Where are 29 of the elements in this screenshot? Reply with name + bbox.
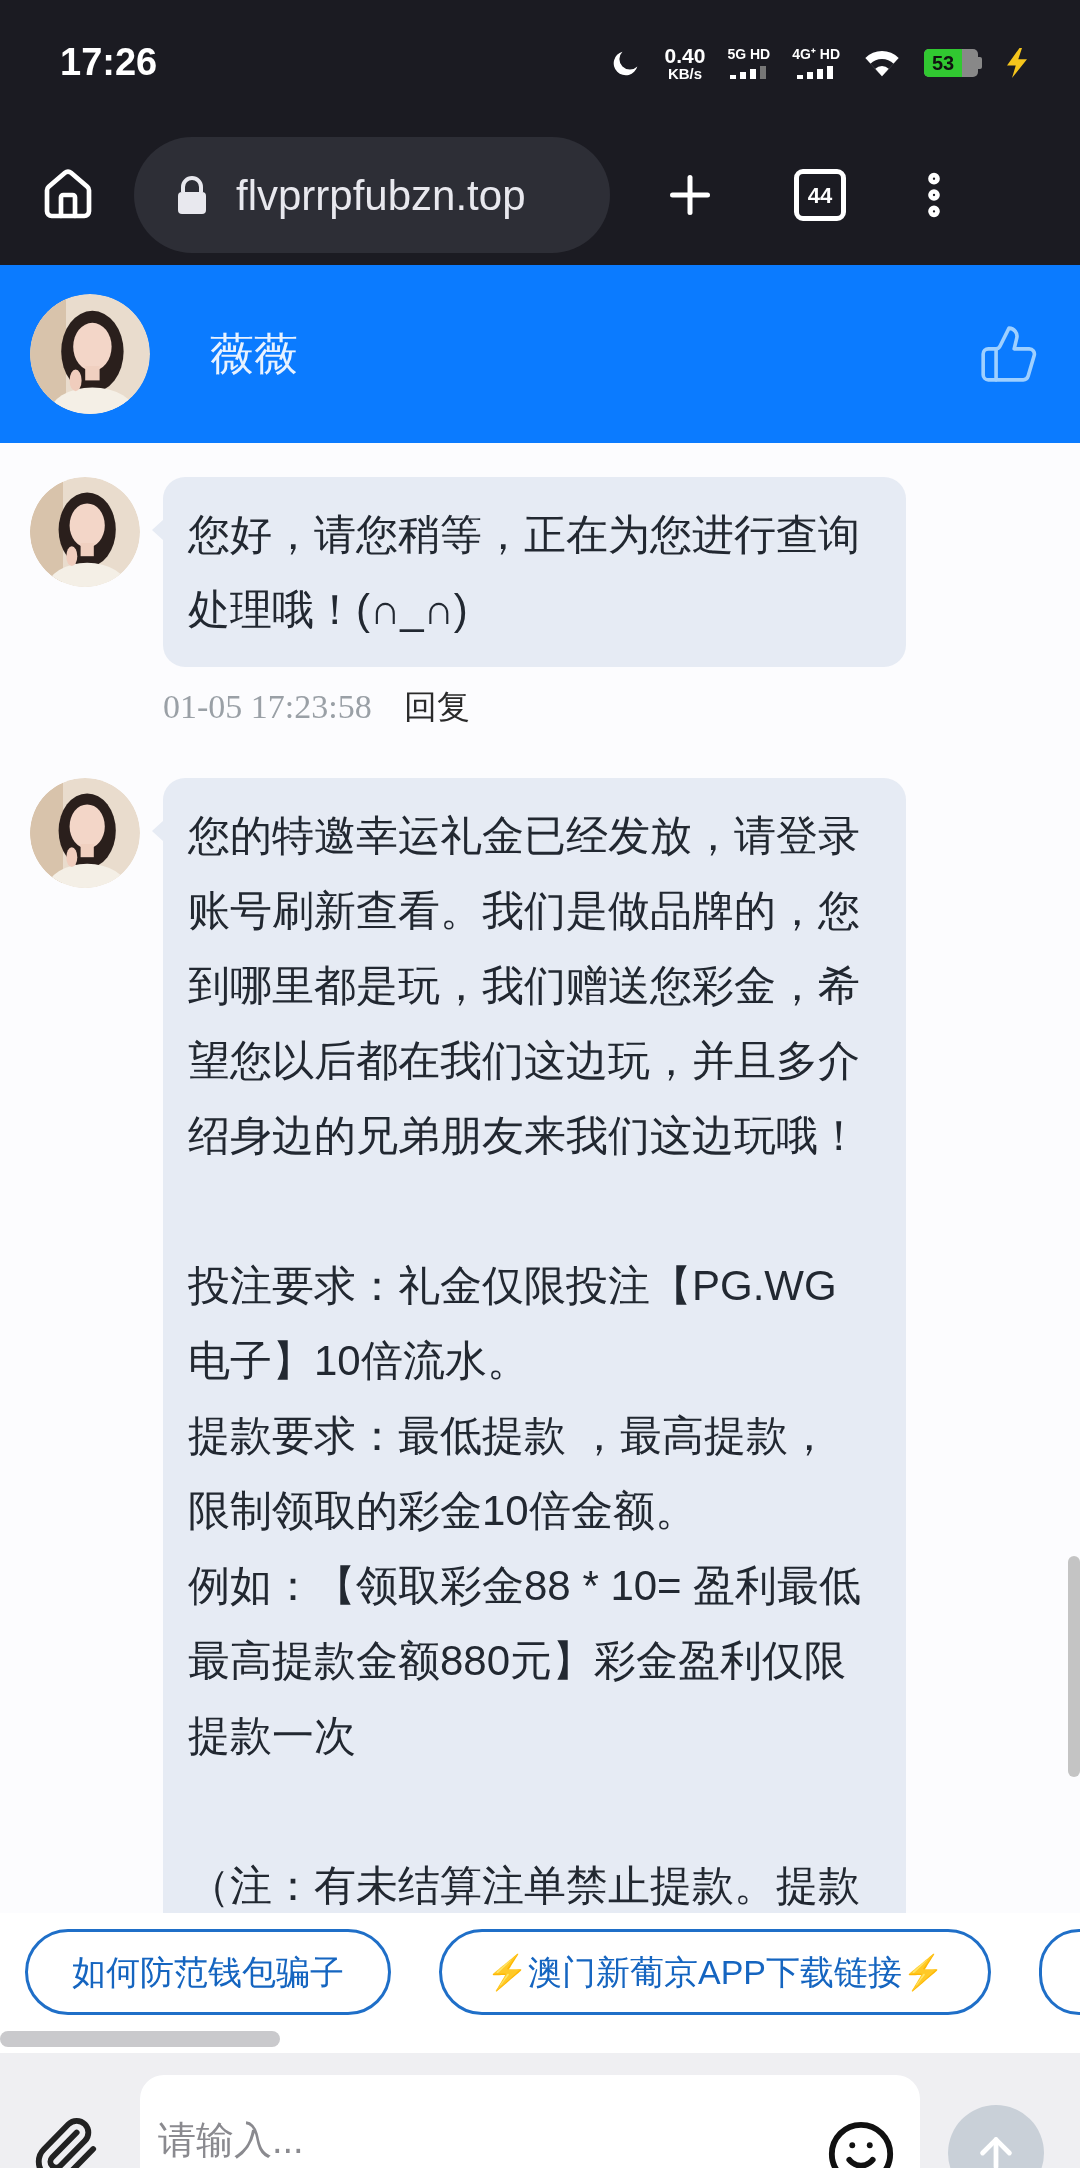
reply-link[interactable]: 回复: [403, 681, 470, 732]
network-type: 5G HD: [727, 46, 771, 61]
input-placeholder: 请输入...: [158, 2118, 304, 2163]
charging-icon: [1004, 47, 1030, 78]
scrollbar[interactable]: [1068, 1556, 1080, 1777]
message-text: 您的特邀幸运礼金已经发放，请登录账号刷新查看。我们是做品牌的，您到哪里都是玩，我们赠送您彩金，希望您以后都在我们这边玩，并且多介绍身边的兄弟朋友来我们这边玩哦！: [188, 811, 861, 1161]
status-time: 17:26: [60, 40, 158, 85]
horizontal-scrollbar[interactable]: [0, 2031, 280, 2047]
lock-icon: [176, 176, 208, 214]
quick-reply-chip[interactable]: 如何防范钱包骗子: [25, 1929, 391, 2015]
address-bar[interactable]: flvprrpfubzn.top: [134, 137, 610, 253]
message-text: 提款要求：最低提款 ，最高提款，限制领取的彩金10倍金额。: [188, 1411, 831, 1536]
emoji-icon[interactable]: [826, 2119, 896, 2168]
tab-count-button[interactable]: 44: [794, 169, 846, 221]
message-text: 例如：【领取彩金88 * 10= 盈利最低最高提款金额880元】彩金盈利仅限提款一次: [188, 1561, 863, 1761]
message-timestamp: 01-05 17:23:58: [163, 687, 372, 727]
message-text: （注：有未结算注单禁止提款。提款: [188, 1861, 861, 1911]
network-speed: 0.40: [664, 44, 706, 66]
signal-icon: [797, 64, 836, 79]
battery-level: 53: [931, 50, 955, 76]
speed-unit: KB/s: [667, 65, 703, 81]
message-text: 投注要求：礼金仅限投注【PG.WG电子】10倍流水。: [188, 1261, 838, 1386]
message-text: 您好，请您稍等，正在为您进行查询处理哦！(∩_∩): [188, 510, 861, 635]
url-text: flvprrpfubzn.top: [236, 170, 526, 221]
contact-name: 薇薇: [210, 328, 298, 380]
tab-count: 44: [807, 181, 833, 210]
quick-reply-chip[interactable]: ⚡澳门新葡京APP下载链接⚡: [439, 1929, 992, 2015]
network-type: 4G⁺ HD: [792, 46, 840, 61]
signal-icon: [729, 64, 768, 79]
